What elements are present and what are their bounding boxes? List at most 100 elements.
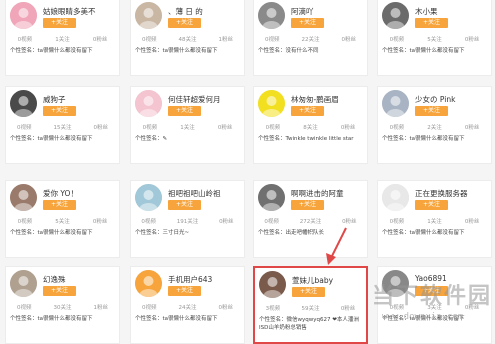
- user-stats: 0视频 2关注 0粉丝: [378, 123, 491, 133]
- user-card[interactable]: 啊啊进击的阿童 +关注 0视频 272关注 0粉丝 个性签名：出走吧幡帜队长: [253, 180, 368, 258]
- user-name[interactable]: 少女の Pink: [415, 94, 488, 105]
- follow-button[interactable]: +关注: [168, 18, 201, 28]
- avatar-image-icon: [10, 270, 37, 297]
- user-name[interactable]: 威狗子: [43, 94, 116, 105]
- user-name[interactable]: 幻逸殊: [43, 274, 116, 285]
- user-name[interactable]: 阿滴吖: [291, 6, 364, 17]
- avatar-image-icon: [382, 2, 409, 29]
- follow-button[interactable]: +关注: [43, 18, 76, 28]
- following-count: 191关注: [176, 219, 199, 225]
- video-count: 0视频: [265, 125, 281, 131]
- user-stats: 0视频 5关注 0粉丝: [378, 35, 491, 45]
- follow-button[interactable]: +关注: [291, 106, 324, 116]
- user-name[interactable]: 祖吧祖吧山岭祖: [168, 188, 241, 199]
- follower-count: 0粉丝: [340, 306, 356, 312]
- user-card[interactable]: 少女の Pink +关注 0视频 2关注 0粉丝 个性签名：ta很懒什么都没有留…: [377, 86, 492, 164]
- following-count: 59关注: [301, 306, 320, 312]
- user-name[interactable]: 正在更换服务器: [415, 188, 488, 199]
- avatar[interactable]: [382, 2, 409, 29]
- follow-button[interactable]: +关注: [168, 200, 201, 210]
- avatar[interactable]: [10, 184, 37, 211]
- video-count: 0视频: [17, 37, 33, 43]
- follow-button[interactable]: +关注: [415, 200, 448, 210]
- avatar-image-icon: [258, 90, 285, 117]
- user-name[interactable]: 何佳轩超爱何月: [168, 94, 241, 105]
- avatar[interactable]: [382, 184, 409, 211]
- avatar[interactable]: [258, 90, 285, 117]
- following-count: 1关注: [427, 219, 442, 225]
- follow-button[interactable]: +关注: [168, 106, 201, 116]
- user-name[interactable]: 木小果: [415, 6, 488, 17]
- signature: 个性签名：✎: [135, 136, 168, 142]
- user-name[interactable]: Yao6891: [415, 274, 488, 283]
- follow-button[interactable]: +关注: [291, 200, 324, 210]
- avatar[interactable]: [10, 90, 37, 117]
- user-card[interactable]: 幻逸殊 +关注 0视频 30关注 1粉丝 个性签名：ta很懒什么都没有留下: [5, 266, 120, 344]
- follow-button[interactable]: +关注: [292, 287, 325, 297]
- following-count: 48关注: [178, 37, 197, 43]
- user-name[interactable]: 林匆匆-鹏画眉: [291, 94, 364, 105]
- user-card[interactable]: 手机用户643 +关注 0视频 24关注 0粉丝 个性签名：ta很懒什么都没有留…: [130, 266, 245, 344]
- avatar[interactable]: [382, 90, 409, 117]
- follow-button[interactable]: +关注: [291, 18, 324, 28]
- signature: 个性签名：Twinkle twinkle little star: [258, 136, 354, 142]
- video-count: 0视频: [389, 125, 405, 131]
- avatar[interactable]: [10, 2, 37, 29]
- follow-button[interactable]: +关注: [415, 18, 448, 28]
- avatar-image-icon: [135, 90, 162, 117]
- user-card[interactable]: 阿滴吖 +关注 0视频 22关注 0粉丝 个性签名：没有什么不同: [253, 0, 368, 76]
- user-name[interactable]: 萱妹儿baby: [292, 275, 363, 286]
- avatar[interactable]: [382, 270, 409, 297]
- user-card[interactable]: 姑娘眼睛多美不 +关注 0视频 1关注 0粉丝 个性签名：ta很懒什么都没有留下: [5, 0, 120, 76]
- user-card[interactable]: 林匆匆-鹏画眉 +关注 0视频 8关注 0粉丝 个性签名：Twinkle twi…: [253, 86, 368, 164]
- signature: 个性签名：ta很懒什么都没有留下: [135, 316, 218, 322]
- user-name[interactable]: 啊啊进击的阿童: [291, 188, 364, 199]
- signature: 个性签名：微信wyqwyq627 ❤本人潘洲ISD山羊奶粉总销售: [259, 317, 359, 331]
- avatar[interactable]: [135, 90, 162, 117]
- video-count: 0视频: [17, 305, 32, 311]
- avatar[interactable]: [135, 270, 162, 297]
- following-count: 2关注: [427, 125, 442, 131]
- follow-button[interactable]: +关注: [43, 200, 76, 210]
- follow-button[interactable]: +关注: [168, 286, 201, 296]
- user-name[interactable]: 姑娘眼睛多美不: [43, 6, 116, 17]
- following-count: 1关注: [55, 37, 70, 43]
- follower-count: 0粉丝: [92, 37, 108, 43]
- user-card[interactable]: 何佳轩超爱何月 +关注 0视频 1关注 0粉丝 个性签名：✎: [130, 86, 245, 164]
- signature: 个性签名：ta很懒什么都没有留下: [382, 230, 465, 236]
- follower-count: 0粉丝: [92, 219, 108, 225]
- user-card[interactable]: 、薄 日 的 +关注 0视频 48关注 1粉丝 个性签名：ta很懒什么都没有留下: [130, 0, 245, 76]
- avatar[interactable]: [10, 270, 37, 297]
- avatar[interactable]: [258, 2, 285, 29]
- signature: 个性签名：ta很懒什么都没有留下: [10, 230, 93, 236]
- user-card[interactable]: 萱妹儿baby +关注 3视频 59关注 0粉丝 个性签名：微信wyqwyq62…: [253, 266, 368, 344]
- follow-button[interactable]: +关注: [43, 286, 76, 296]
- avatar-image-icon: [135, 270, 162, 297]
- follow-button[interactable]: +关注: [415, 286, 448, 296]
- signature: 个性签名：三寸日光~: [135, 230, 190, 236]
- follower-count: 0粉丝: [342, 219, 357, 225]
- user-stats: 0视频 1关注 0粉丝: [6, 35, 119, 45]
- user-card[interactable]: 威狗子 +关注 0视频 15关注 0粉丝 个性签名：ta很懒什么都没有留下: [5, 86, 120, 164]
- user-card[interactable]: 爱你 YO！ +关注 0视频 5关注 0粉丝 个性签名：ta很懒什么都没有留下: [5, 180, 120, 258]
- follow-button[interactable]: +关注: [43, 106, 76, 116]
- user-name[interactable]: 、薄 日 的: [168, 6, 241, 17]
- user-card[interactable]: Yao6891 +关注 0视频 3关注 0粉丝 个性签名：ta很懒什么都没有留下: [377, 266, 492, 344]
- user-name[interactable]: 手机用户643: [168, 274, 241, 285]
- user-stats: 0视频 30关注 1粉丝: [6, 303, 119, 313]
- follower-count: 1粉丝: [93, 305, 109, 311]
- user-stats: 0视频 1关注 0粉丝: [131, 123, 244, 133]
- signature: 个性签名：ta很懒什么都没有留下: [382, 48, 465, 54]
- follow-button[interactable]: +关注: [415, 106, 448, 116]
- user-card[interactable]: 木小果 +关注 0视频 5关注 0粉丝 个性签名：ta很懒什么都没有留下: [377, 0, 492, 76]
- user-name[interactable]: 爱你 YO！: [43, 188, 116, 199]
- user-card[interactable]: 正在更换服务器 +关注 0视频 1关注 0粉丝 个性签名：ta很懒什么都没有留下: [377, 180, 492, 258]
- avatar[interactable]: [259, 271, 286, 298]
- follower-count: 1粉丝: [218, 37, 234, 43]
- user-card[interactable]: 祖吧祖吧山岭祖 +关注 0视频 191关注 0粉丝 个性签名：三寸日光~: [130, 180, 245, 258]
- follower-count: 0粉丝: [464, 219, 480, 225]
- avatar[interactable]: [135, 184, 162, 211]
- avatar[interactable]: [135, 2, 162, 29]
- avatar[interactable]: [258, 184, 285, 211]
- user-stats: 0视频 272关注 0粉丝: [254, 217, 367, 227]
